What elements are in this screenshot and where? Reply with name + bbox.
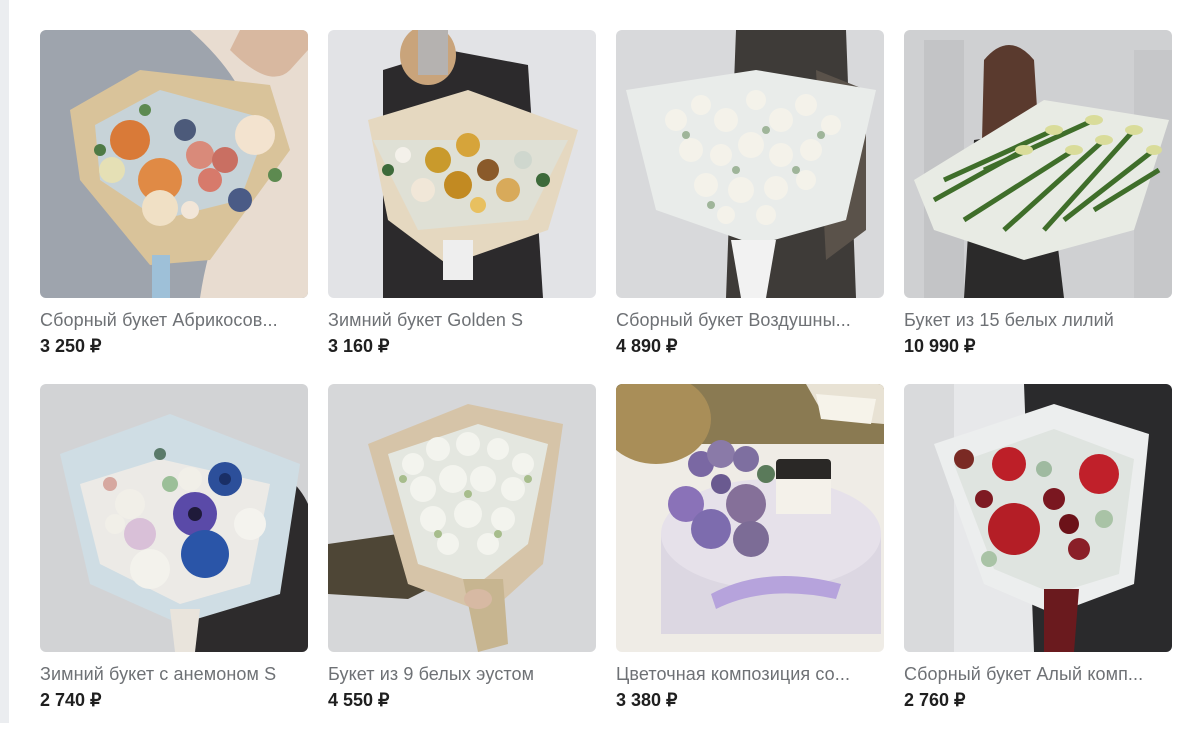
- product-photo[interactable]: [616, 384, 884, 652]
- product-photo[interactable]: [40, 384, 308, 652]
- product-title[interactable]: Зимний букет Golden S: [328, 309, 596, 331]
- product-card[interactable]: Букет из 15 белых лилий 10 990 ₽: [904, 30, 1172, 384]
- product-price: 3 160 ₽: [328, 336, 390, 356]
- product-photo[interactable]: [904, 384, 1172, 652]
- product-photo[interactable]: [328, 30, 596, 298]
- product-card[interactable]: Зимний букет Golden S 3 160 ₽: [328, 30, 596, 384]
- product-price: 4 890 ₽: [616, 336, 678, 356]
- product-grid: Сборный букет Абрикосов... 3 250 ₽ Зимни…: [40, 30, 1172, 738]
- product-price: 3 250 ₽: [40, 336, 102, 356]
- product-photo[interactable]: [616, 30, 884, 298]
- product-title[interactable]: Букет из 9 белых эустом: [328, 663, 596, 685]
- product-title[interactable]: Зимний букет с анемоном S: [40, 663, 308, 685]
- product-price: 4 550 ₽: [328, 690, 390, 710]
- product-title[interactable]: Букет из 15 белых лилий: [904, 309, 1172, 331]
- product-card[interactable]: Сборный букет Абрикосов... 3 250 ₽: [40, 30, 308, 384]
- product-card[interactable]: Зимний букет с анемоном S 2 740 ₽: [40, 384, 308, 738]
- product-photo[interactable]: [40, 30, 308, 298]
- product-title[interactable]: Цветочная композиция со...: [616, 663, 884, 685]
- product-card[interactable]: Сборный букет Алый комп... 2 760 ₽: [904, 384, 1172, 738]
- product-title[interactable]: Сборный букет Абрикосов...: [40, 309, 308, 331]
- product-price: 3 380 ₽: [616, 690, 678, 710]
- sidebar-edge: [0, 0, 9, 723]
- product-card[interactable]: Букет из 9 белых эустом 4 550 ₽: [328, 384, 596, 738]
- product-card[interactable]: Сборный букет Воздушны... 4 890 ₽: [616, 30, 884, 384]
- product-card[interactable]: Цветочная композиция со... 3 380 ₽: [616, 384, 884, 738]
- product-title[interactable]: Сборный букет Воздушны...: [616, 309, 884, 331]
- product-price: 10 990 ₽: [904, 336, 976, 356]
- product-title[interactable]: Сборный букет Алый комп...: [904, 663, 1172, 685]
- product-photo[interactable]: [904, 30, 1172, 298]
- product-price: 2 760 ₽: [904, 690, 966, 710]
- product-photo[interactable]: [328, 384, 596, 652]
- product-price: 2 740 ₽: [40, 690, 102, 710]
